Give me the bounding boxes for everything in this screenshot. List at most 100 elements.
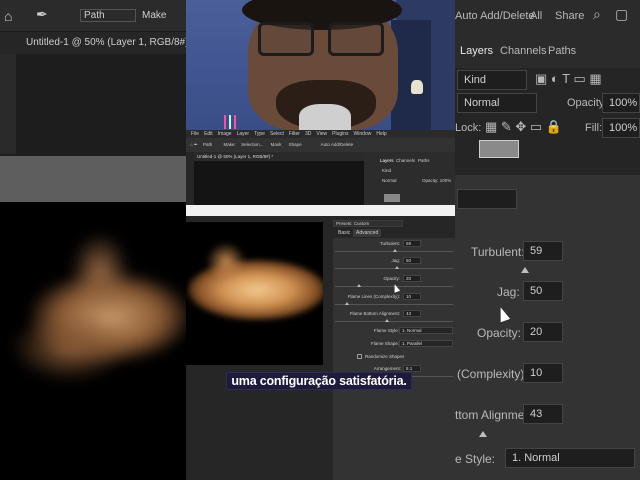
randomize-label: Randomize Shapes — [365, 354, 405, 359]
tab-basic[interactable]: Basic — [335, 229, 353, 237]
filter-icons: ▣ ◐ T ▭ ▦ — [535, 71, 602, 86]
layers-panel: Layers Channels Paths Kind Normal Opacit… — [364, 152, 455, 205]
menu-select[interactable]: Select — [270, 131, 284, 137]
advanced-form: Turbulent: 59 Jag: 50 Opacity: 20 Flame … — [333, 238, 455, 480]
shape-button[interactable]: Shape — [289, 142, 302, 147]
dialog-tabs: Basic Advanced — [333, 229, 455, 238]
layer-thumbnail — [479, 140, 519, 158]
tab-channels: Channels — [500, 45, 547, 57]
complexity-value: 10 — [523, 363, 563, 383]
mask-button[interactable]: Mask — [271, 142, 282, 147]
opacity-label: Opacity: — [383, 276, 400, 281]
lock-label: Lock: — [455, 122, 482, 134]
menu-help[interactable]: Help — [376, 131, 386, 137]
path-dropdown: Path — [80, 9, 136, 22]
home-icon: ⌂ — [4, 8, 13, 24]
flame-lines-slider[interactable] — [335, 302, 453, 305]
bottom-alignment-slider — [479, 431, 487, 437]
background-left-panel: ⌂ ✒ Path Make Untitled-1 @ 50% (Layer 1,… — [0, 0, 190, 480]
bottom-alignment-input[interactable]: 43 — [403, 310, 421, 317]
selection-button[interactable]: Selection... — [241, 142, 263, 147]
menu-image[interactable]: Image — [218, 131, 232, 137]
menu-view[interactable]: View — [316, 131, 327, 137]
pen-tool-icon[interactable]: ✒ — [194, 142, 199, 147]
mouse-cursor-large — [495, 305, 511, 323]
menu-file[interactable]: File — [191, 131, 199, 137]
flame-preview — [186, 222, 323, 365]
auto-add-delete-label: Auto Add/Delete — [455, 10, 535, 22]
menu-3d[interactable]: 3D — [305, 131, 311, 137]
bottom-alignment-label: Flame Bottom Alignment: — [349, 311, 400, 316]
bottom-alignment-slider[interactable] — [335, 319, 453, 322]
flame-shape-select[interactable]: 1. Parallel — [399, 340, 453, 347]
path-mode[interactable]: Path — [203, 142, 212, 147]
lock-icons: ▦ ✎ ✥ ▭ 🔒 — [485, 119, 562, 134]
kind-filter[interactable]: Kind — [382, 168, 391, 173]
flame-shape — [70, 232, 130, 312]
tab-layers: Layers — [460, 45, 494, 57]
tab-advanced[interactable]: Advanced — [353, 229, 382, 237]
document-canvas[interactable] — [194, 161, 364, 205]
fill-label: Fill: — [585, 122, 603, 134]
opacity-input[interactable]: 20 — [403, 275, 421, 282]
white-band — [186, 205, 455, 216]
menu-bar: File Edit Image Layer Type Select Filter… — [186, 130, 455, 138]
jag-value: 50 — [523, 281, 563, 301]
options-bar: ⌂ ✒ Path Make: Selection... Mask Shape A… — [186, 138, 455, 152]
turbulent-value: 59 — [523, 241, 563, 261]
caption-text: uma configuração satisfatória. — [227, 373, 411, 389]
jag-label: Jag: — [497, 285, 520, 299]
turbulent-slider — [521, 267, 529, 273]
menu-type[interactable]: Type — [254, 131, 265, 137]
auto-add-delete-checkbox[interactable]: Auto Add/Delete — [321, 142, 354, 147]
presets-dropdown[interactable]: Presets: Custom — [333, 220, 403, 227]
background-dropdown — [457, 189, 517, 209]
flame-style-select[interactable]: 1. Normal — [399, 327, 453, 334]
flame-lines-input[interactable]: 10 — [403, 293, 421, 300]
complexity-label: (Complexity): — [457, 367, 528, 381]
pen-tool-icon: ✒ — [36, 6, 48, 22]
microphone — [299, 104, 351, 130]
turbulent-input[interactable]: 59 — [403, 240, 421, 247]
tab-layers[interactable]: Layers — [380, 158, 394, 163]
menu-edit[interactable]: Edit — [204, 131, 213, 137]
search-icon: ⌕ — [593, 6, 601, 22]
all-label: All — [530, 10, 543, 22]
webcam-feed — [186, 0, 455, 130]
menu-plugins[interactable]: Plugins — [332, 131, 348, 137]
background-panel-tabs: Layers Channels Paths — [455, 32, 640, 68]
blend-mode[interactable]: Normal — [382, 178, 397, 183]
menu-window[interactable]: Window — [354, 131, 372, 137]
opacity2-label: Opacity: — [477, 326, 522, 340]
turbulent-label: Turbulent: — [379, 241, 400, 246]
make-label: Make — [142, 10, 167, 21]
flame-shape-label: Flame Shape: — [370, 341, 399, 346]
subtitle-caption: uma configuração satisfatória. — [219, 373, 419, 389]
background-dialog-panel: Turbulent: 59 Jag: 50 Opacity: 20 (Compl… — [455, 175, 640, 480]
glasses — [258, 22, 388, 56]
photoshop-window: File Edit Image Layer Type Select Filter… — [186, 130, 455, 480]
style-label: e Style: — [455, 452, 496, 466]
menu-filter[interactable]: Filter — [289, 131, 300, 137]
document-tab[interactable]: Untitled-1 @ 50% (Layer 1, RGB/8#) * — [194, 152, 364, 161]
randomize-checkbox[interactable] — [357, 354, 362, 359]
jag-input[interactable]: 50 — [403, 257, 421, 264]
background-flame-canvas — [0, 202, 190, 480]
menu-layer[interactable]: Layer — [237, 131, 250, 137]
opacity-field[interactable]: Opacity: 100% — [422, 178, 451, 183]
tab-paths: Paths — [548, 45, 577, 57]
fill-value: 100% — [602, 118, 640, 138]
jag-slider[interactable] — [335, 266, 453, 269]
background-right-panel: Auto Add/Delete All Share ⌕ ▢ Layers Cha… — [455, 0, 640, 480]
tab-channels[interactable]: Channels — [396, 158, 415, 163]
jag-label: Jag: — [391, 258, 400, 263]
flame-shape — [10, 312, 130, 382]
turbulent-slider[interactable] — [335, 249, 453, 252]
mouse-cursor — [391, 283, 401, 293]
blend-mode: Normal — [457, 93, 537, 113]
tab-paths[interactable]: Paths — [418, 158, 430, 163]
figurine — [411, 80, 423, 94]
opacity2-value: 20 — [523, 322, 563, 342]
arrangement-input[interactable]: 8.1 — [403, 365, 421, 372]
background-gray-band — [0, 156, 186, 202]
